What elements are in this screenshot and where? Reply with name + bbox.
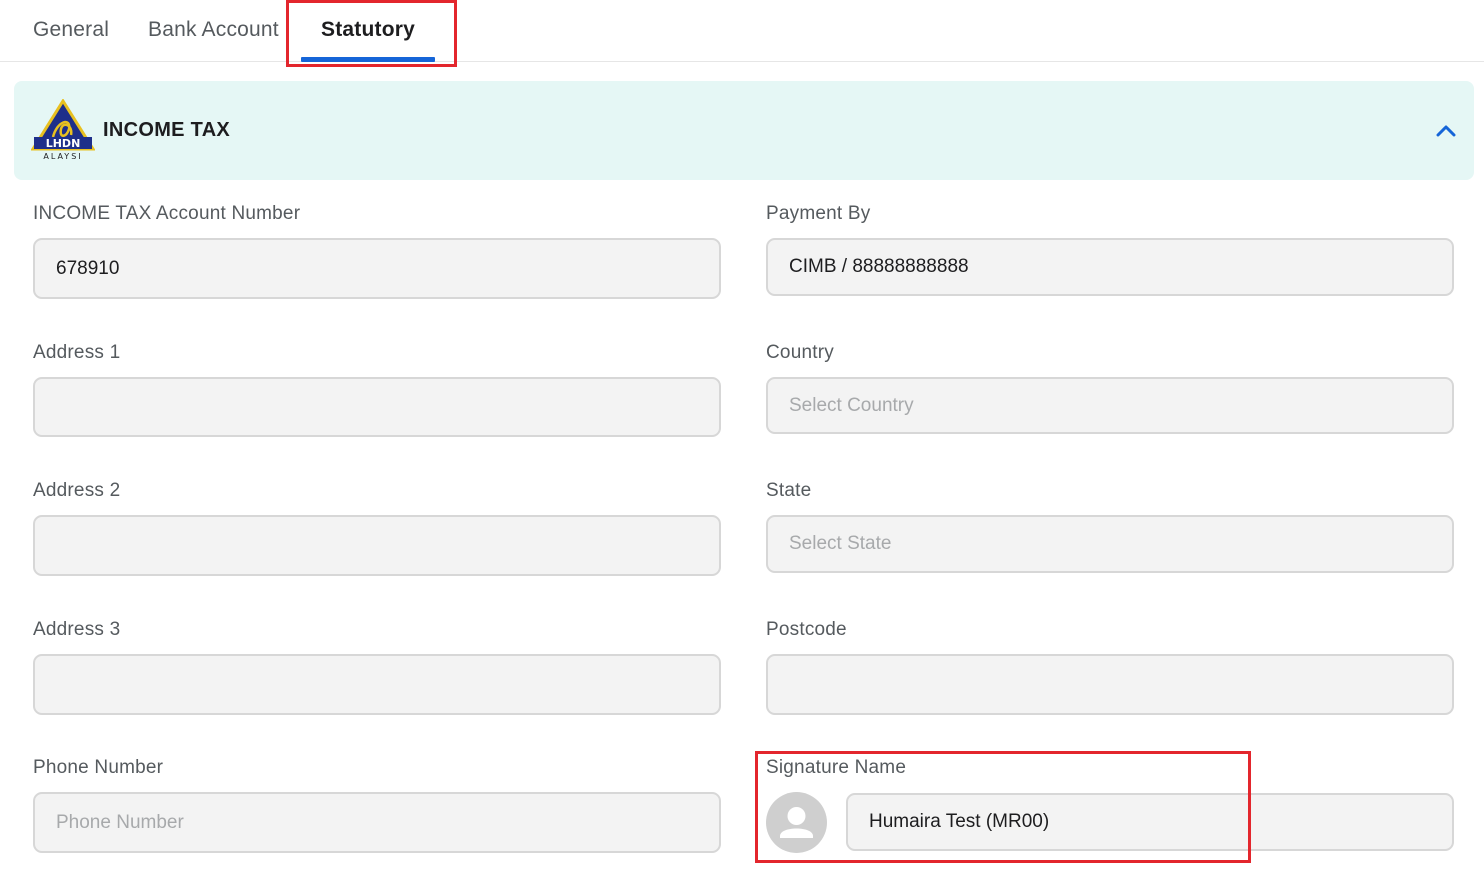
- address3-label: Address 3: [33, 619, 121, 640]
- account-number-label: INCOME TAX Account Number: [33, 203, 301, 224]
- section-title: INCOME TAX: [103, 119, 231, 141]
- tab-bank-account[interactable]: Bank Account: [148, 18, 279, 42]
- logo-subtext: ALAYSI: [43, 152, 82, 161]
- country-label: Country: [766, 342, 834, 363]
- postcode-input[interactable]: [766, 654, 1454, 715]
- chevron-up-icon[interactable]: [1434, 119, 1458, 143]
- statutory-tab-highlight-box: [286, 0, 457, 67]
- postcode-label: Postcode: [766, 619, 847, 640]
- address1-input[interactable]: [33, 377, 721, 437]
- income-tax-section-header[interactable]: LHDN ALAYSI INCOME TAX: [14, 81, 1474, 180]
- tab-bar: General Bank Account Statutory: [0, 0, 1484, 62]
- state-select[interactable]: Select State: [766, 515, 1454, 573]
- phone-number-label: Phone Number: [33, 757, 164, 778]
- payment-by-select[interactable]: CIMB / 88888888888: [766, 238, 1454, 296]
- country-select[interactable]: Select Country: [766, 377, 1454, 434]
- address2-label: Address 2: [33, 480, 121, 501]
- signature-highlight-box: [755, 751, 1251, 863]
- logo-text: LHDN: [46, 137, 81, 150]
- address2-input[interactable]: [33, 515, 721, 576]
- account-number-input[interactable]: 678910: [33, 238, 721, 299]
- phone-number-input[interactable]: Phone Number: [33, 792, 721, 853]
- state-label: State: [766, 480, 812, 501]
- lhdn-logo: LHDN ALAYSI: [31, 99, 95, 161]
- address1-label: Address 1: [33, 342, 121, 363]
- tab-general[interactable]: General: [33, 18, 109, 42]
- address3-input[interactable]: [33, 654, 721, 715]
- payment-by-label: Payment By: [766, 203, 871, 224]
